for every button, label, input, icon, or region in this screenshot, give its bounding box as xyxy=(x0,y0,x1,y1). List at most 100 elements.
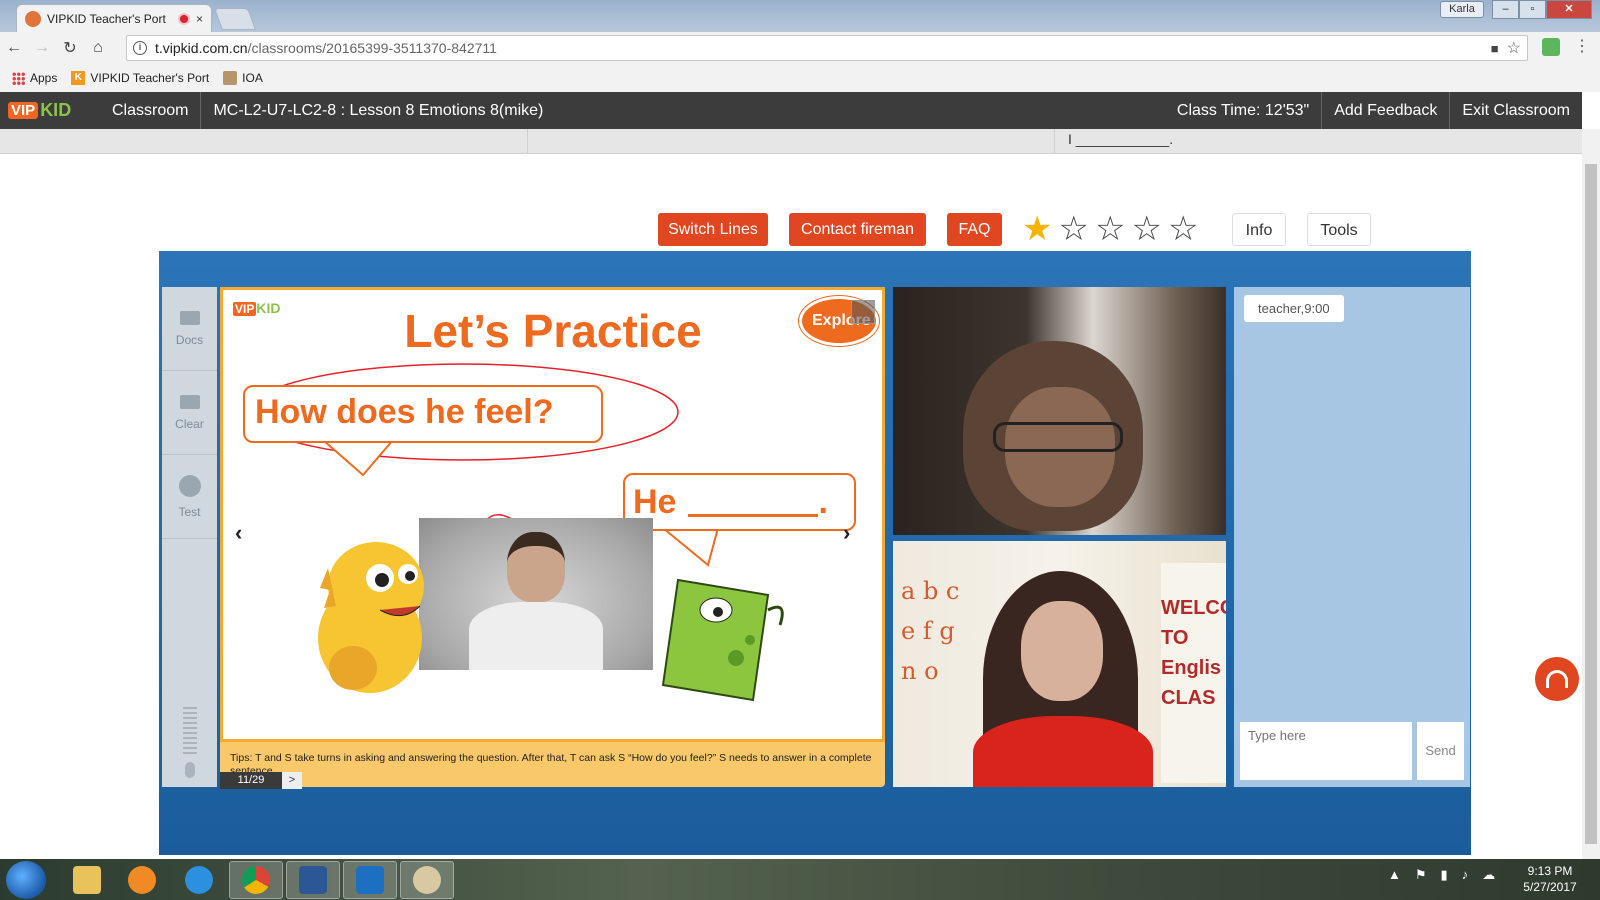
apps-grid-icon xyxy=(12,71,25,85)
answer-prefix: He xyxy=(633,483,677,521)
taskbar-paint[interactable] xyxy=(400,861,454,899)
profile-badge[interactable]: Karla xyxy=(1440,1,1484,18)
welcome-banner: WELCO TO Englis CLAS xyxy=(1161,563,1226,783)
next-slide-arrow[interactable]: › xyxy=(843,520,850,546)
clear-button[interactable]: Clear xyxy=(162,371,217,455)
info-button[interactable]: Info xyxy=(1232,213,1286,246)
bookmark-label: IOA xyxy=(242,71,263,85)
answer-bubble: He. xyxy=(623,473,856,531)
browser-tab[interactable]: VIPKID Teacher's Port × xyxy=(16,4,212,32)
network-signal-icon[interactable]: ▮ xyxy=(1441,867,1448,883)
site-info-icon[interactable]: i xyxy=(133,41,147,55)
photo-head xyxy=(507,532,565,602)
question-bubble: How does he feel? xyxy=(243,385,603,443)
paint-icon xyxy=(413,866,441,894)
contact-fireman-button[interactable]: Contact fireman xyxy=(789,213,926,246)
question-text: How does he feel? xyxy=(255,393,554,431)
star-rating[interactable]: ★ ☆ ☆ ☆ ☆ xyxy=(1022,210,1198,248)
taskbar-explorer[interactable] xyxy=(60,861,114,899)
extension-icon[interactable] xyxy=(1542,38,1560,56)
vipkid-favicon-icon xyxy=(25,10,41,27)
answer-blank xyxy=(688,491,819,518)
tab-close-button[interactable]: × xyxy=(196,12,203,26)
action-center-flag-icon[interactable]: ⚑ xyxy=(1415,867,1427,883)
url-text[interactable]: t.vipkid.com.cn/classrooms/20165399-3511… xyxy=(155,40,1483,56)
vipkid-bookmark-icon: K xyxy=(71,71,86,85)
rating-star-icon[interactable]: ☆ xyxy=(1058,210,1088,248)
url-host: t.vipkid.com.cn xyxy=(155,40,248,56)
close-window-button[interactable]: ✕ xyxy=(1546,0,1592,19)
rating-star-icon[interactable]: ☆ xyxy=(1131,210,1161,248)
clock-date: 5/27/2017 xyxy=(1523,880,1577,894)
faq-button[interactable]: FAQ xyxy=(947,213,1002,246)
browser-menu-icon[interactable]: ⋮ xyxy=(1574,36,1590,56)
lesson-title: MC-L2-U7-LC2-8 : Lesson 8 Emotions 8(mik… xyxy=(213,102,544,119)
volume-icon[interactable]: ♪ xyxy=(1462,867,1469,883)
add-feedback-link[interactable]: Add Feedback xyxy=(1322,92,1451,129)
url-path: /classrooms/20165399-3511370-842711 xyxy=(247,40,497,56)
system-tray: ▲ ⚑ ▮ ♪ ☁ xyxy=(1388,867,1495,883)
chat-input[interactable] xyxy=(1240,722,1412,780)
test-button[interactable]: Test xyxy=(162,455,217,539)
page-next-button[interactable]: > xyxy=(282,772,302,789)
photo-shirt xyxy=(469,602,603,670)
outlook-icon xyxy=(356,866,384,894)
vipkid-logo[interactable]: VIP KID xyxy=(0,92,100,129)
minimize-button[interactable]: – xyxy=(1492,0,1519,19)
prev-slide-arrow[interactable]: ‹ xyxy=(235,520,242,546)
send-button[interactable]: Send xyxy=(1417,722,1464,780)
divider xyxy=(1054,129,1055,154)
courseware-sidebar: Docs Clear Test xyxy=(162,287,217,787)
student-glasses xyxy=(993,422,1123,452)
tools-button[interactable]: Tools xyxy=(1307,213,1371,246)
chrome-icon xyxy=(242,866,270,894)
bookmark-ioa[interactable]: IOA xyxy=(223,71,263,85)
internet-explorer-icon xyxy=(185,866,213,894)
taskbar-clock[interactable]: 9:13 PM 5/27/2017 xyxy=(1510,863,1590,895)
forward-arrow-icon[interactable]: → xyxy=(28,39,56,57)
scroll-thumb[interactable] xyxy=(1585,164,1597,844)
browser-titlebar: VIPKID Teacher's Port × Karla – ▫ ✕ xyxy=(0,0,1600,32)
bookmark-vipkid[interactable]: K VIPKID Teacher's Port xyxy=(71,71,209,85)
folder-icon xyxy=(73,866,101,894)
switch-lines-button[interactable]: Switch Lines xyxy=(658,213,768,246)
exit-classroom-link[interactable]: Exit Classroom xyxy=(1450,92,1582,129)
taskbar-word[interactable] xyxy=(286,861,340,899)
bookmark-label: VIPKID Teacher's Port xyxy=(90,71,210,85)
teacher-tips: Tips: T and S take turns in asking and a… xyxy=(220,742,885,787)
back-arrow-icon[interactable]: ← xyxy=(0,39,28,57)
teacher-face xyxy=(1021,601,1103,701)
rating-star-icon[interactable]: ★ xyxy=(1022,210,1052,248)
rating-star-icon[interactable]: ☆ xyxy=(1095,210,1125,248)
taskbar-media-player[interactable] xyxy=(115,861,169,899)
docs-button[interactable]: Docs xyxy=(162,287,217,371)
camera-icon[interactable]: ■ xyxy=(1491,41,1499,56)
bookmark-apps[interactable]: Apps xyxy=(12,71,57,85)
home-icon[interactable]: ⌂ xyxy=(84,39,112,57)
media-player-icon xyxy=(128,866,156,894)
show-hidden-icons-icon[interactable]: ▲ xyxy=(1388,867,1401,883)
answer-prompt-text: I ____________. xyxy=(1068,131,1174,147)
courseware-slide[interactable]: VIP KID Let’s Practice Explore How does h… xyxy=(220,287,885,742)
divider xyxy=(527,129,528,154)
maximize-button[interactable]: ▫ xyxy=(1519,0,1546,19)
nav-classroom[interactable]: Classroom xyxy=(100,92,202,129)
classroom-nav: VIP KID Classroom MC-L2-U7-LC2-8 : Lesso… xyxy=(0,92,1582,129)
bookmark-star-icon[interactable]: ☆ xyxy=(1507,38,1521,58)
cloud-sync-icon[interactable]: ☁ xyxy=(1482,867,1495,883)
address-bar[interactable]: i t.vipkid.com.cn/classrooms/20165399-35… xyxy=(126,35,1528,61)
new-tab-button[interactable] xyxy=(213,8,257,30)
page-scrollbar[interactable] xyxy=(1582,129,1600,859)
support-headset-button[interactable] xyxy=(1535,657,1579,701)
taskbar-internet-explorer[interactable] xyxy=(172,861,226,899)
page-indicator: 11/29 xyxy=(220,772,282,789)
taskbar-chrome[interactable] xyxy=(229,861,283,899)
rating-star-icon[interactable]: ☆ xyxy=(1168,210,1198,248)
reload-icon[interactable]: ↻ xyxy=(56,38,84,58)
taskbar-outlook[interactable] xyxy=(343,861,397,899)
sub-toolbar: I ____________. xyxy=(0,129,1582,154)
windows-start-button[interactable] xyxy=(6,861,46,899)
student-video xyxy=(893,287,1226,535)
answer-text: He. xyxy=(633,483,828,522)
chat-message: teacher,9:00 xyxy=(1244,295,1344,322)
